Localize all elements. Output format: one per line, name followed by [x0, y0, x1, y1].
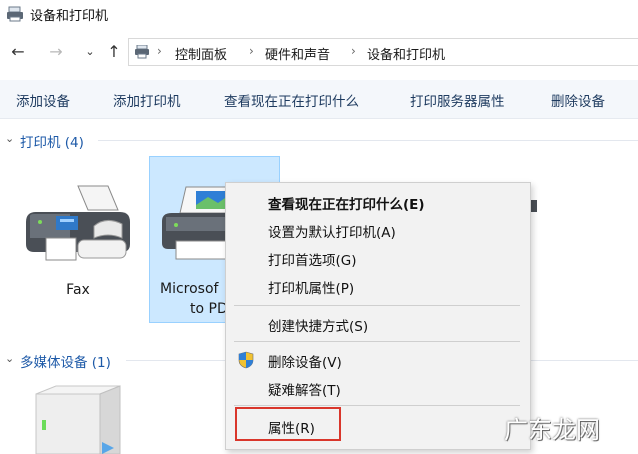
breadcrumb-hardware-sound[interactable]: 硬件和声音 — [265, 44, 330, 63]
device-tile-media-server[interactable] — [28, 384, 124, 454]
back-button[interactable]: ← — [8, 42, 28, 62]
watermark: 广东龙网 — [504, 416, 600, 444]
group-label-printers: 打印机 (4) — [20, 135, 84, 151]
chevron-right-icon[interactable]: › — [351, 44, 356, 58]
menu-separator — [234, 305, 520, 306]
group-divider — [98, 140, 638, 141]
print-server-properties-button[interactable]: 打印服务器属性 — [410, 90, 505, 110]
recent-locations-button[interactable]: ⌄ — [80, 42, 100, 62]
menu-item-set-default-printer[interactable]: 设置为默认打印机(A) — [226, 217, 530, 243]
menu-item-printer-properties[interactable]: 打印机属性(P) — [226, 273, 530, 299]
chevron-down-icon[interactable]: ⌄ — [5, 132, 14, 145]
menu-separator — [234, 341, 520, 342]
fax-icon — [26, 185, 130, 261]
chevron-down-icon: ⌄ — [85, 45, 95, 58]
menu-item-troubleshoot[interactable]: 疑难解答(T) — [226, 375, 530, 401]
devices-printers-icon — [135, 45, 149, 59]
arrow-right-icon: → — [49, 42, 63, 61]
highlight-box — [235, 407, 341, 441]
devices-printers-icon — [7, 6, 23, 22]
chevron-right-icon[interactable]: › — [157, 44, 162, 58]
breadcrumb-devices-printers[interactable]: 设备和打印机 — [367, 44, 445, 63]
remove-device-button[interactable]: 删除设备 — [551, 90, 605, 110]
shield-icon — [238, 351, 254, 369]
menu-item-see-whats-printing[interactable]: 查看现在正在打印什么(E) — [226, 189, 530, 215]
command-bar: 添加设备 添加打印机 查看现在正在打印什么 打印服务器属性 删除设备 — [0, 80, 638, 119]
device-label-fax: Fax — [66, 282, 90, 298]
group-label-multimedia: 多媒体设备 (1) — [20, 355, 111, 371]
device-tile-partial — [531, 200, 537, 212]
title-bar: 设备和打印机 — [0, 0, 638, 30]
up-button[interactable]: ↑ — [104, 42, 124, 62]
see-whats-printing-button[interactable]: 查看现在正在打印什么 — [224, 90, 359, 110]
forward-button[interactable]: → — [46, 42, 66, 62]
window-title: 设备和打印机 — [30, 9, 109, 24]
arrow-left-icon: ← — [11, 42, 25, 61]
arrow-up-icon: ↑ — [107, 42, 121, 61]
group-header-printers[interactable]: ⌄ 打印机 (4) — [0, 130, 638, 151]
chevron-right-icon[interactable]: › — [249, 44, 254, 58]
chevron-down-icon[interactable]: ⌄ — [5, 352, 14, 365]
menu-item-create-shortcut[interactable]: 创建快捷方式(S) — [226, 311, 530, 337]
menu-item-remove-device[interactable]: 删除设备(V) — [226, 347, 530, 373]
menu-separator — [234, 405, 520, 406]
breadcrumb-control-panel[interactable]: 控制面板 — [175, 44, 227, 63]
menu-item-printing-preferences[interactable]: 打印首选项(G) — [226, 245, 530, 271]
address-row: ← → ⌄ ↑ › 控制面板 › 硬件和声音 › 设备和打印机 — [0, 36, 638, 68]
media-server-icon — [35, 385, 121, 454]
address-bar[interactable]: › 控制面板 › 硬件和声音 › 设备和打印机 — [128, 38, 638, 66]
add-device-button[interactable]: 添加设备 — [16, 90, 70, 110]
device-tile-fax[interactable]: Fax — [12, 156, 144, 322]
add-printer-button[interactable]: 添加打印机 — [113, 90, 181, 110]
